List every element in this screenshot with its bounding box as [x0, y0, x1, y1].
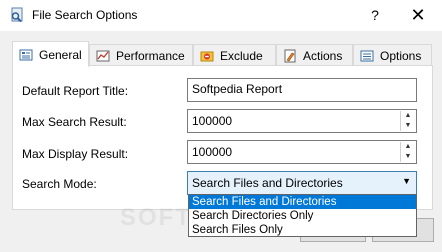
- report-title-label: Default Report Title:: [22, 84, 129, 98]
- tab-performance[interactable]: Performance: [89, 44, 193, 66]
- dropdown-option[interactable]: Search Directories Only: [189, 209, 416, 223]
- dropdown-option[interactable]: Search Files and Directories: [189, 195, 416, 209]
- exclude-icon: [200, 51, 214, 61]
- actions-icon: [284, 49, 296, 62]
- decrement-button[interactable]: ▼: [401, 152, 415, 162]
- max-display-stepper[interactable]: 100000 ▲ ▼: [187, 140, 417, 164]
- search-mode-select[interactable]: Search Files and Directories ▼: [187, 171, 417, 195]
- title-bar: File Search Options ? ✕: [0, 0, 442, 31]
- increment-button[interactable]: ▲: [401, 142, 415, 152]
- report-title-input[interactable]: Softpedia Report: [187, 78, 417, 102]
- increment-button[interactable]: ▲: [401, 111, 415, 121]
- max-search-stepper[interactable]: 100000 ▲ ▼: [187, 109, 417, 133]
- max-display-value: 100000: [192, 145, 233, 159]
- max-search-label: Max Search Result:: [22, 115, 127, 129]
- tab-label: Exclude: [220, 48, 263, 63]
- window-title: File Search Options: [32, 8, 138, 22]
- search-mode-value: Search Files and Directories: [192, 176, 343, 190]
- close-button[interactable]: ✕: [404, 4, 432, 26]
- app-icon: [11, 7, 23, 23]
- performance-icon: [96, 50, 110, 61]
- tab-label: Options: [380, 48, 422, 63]
- spin-buttons: ▲ ▼: [400, 111, 415, 131]
- tab-actions[interactable]: Actions: [276, 44, 353, 66]
- tab-options[interactable]: Options: [353, 44, 432, 66]
- tab-label: Performance: [116, 48, 185, 63]
- tab-exclude[interactable]: Exclude: [193, 44, 276, 66]
- dropdown-option[interactable]: Search Files Only: [189, 223, 416, 237]
- decrement-button[interactable]: ▼: [401, 121, 415, 131]
- tab-strip: General Performance Exclude Actions Opti…: [12, 41, 432, 67]
- chevron-down-icon[interactable]: ▼: [402, 176, 411, 186]
- search-mode-dropdown: Search Files and Directories Search Dire…: [188, 194, 417, 237]
- options-icon: [360, 50, 374, 61]
- tab-general[interactable]: General: [12, 41, 89, 67]
- spin-buttons: ▲ ▼: [400, 142, 415, 162]
- tab-label: Actions: [303, 48, 343, 63]
- help-button[interactable]: ?: [367, 5, 383, 25]
- max-search-value: 100000: [192, 114, 233, 128]
- general-icon: [19, 49, 33, 60]
- search-mode-label: Search Mode:: [22, 177, 97, 191]
- tab-label: General: [39, 47, 82, 62]
- max-display-label: Max Display Result:: [22, 147, 129, 161]
- watermark: SOFT: [120, 204, 192, 231]
